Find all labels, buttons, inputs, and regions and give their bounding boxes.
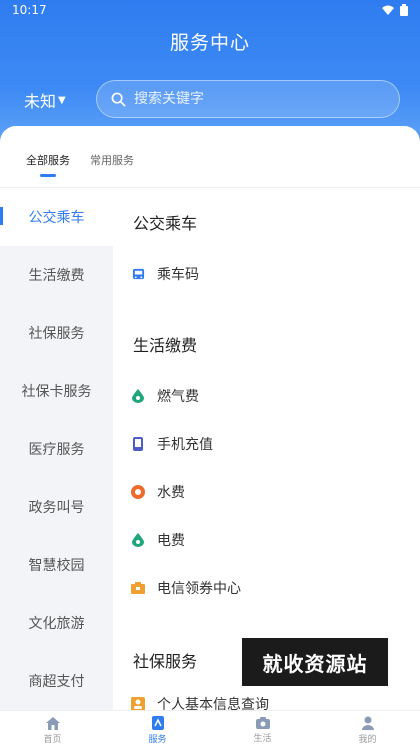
service-label: 个人基本信息查询 bbox=[157, 697, 269, 710]
phone-icon bbox=[131, 437, 145, 451]
service-tabs: 全部服务 常用服务 bbox=[0, 126, 420, 188]
sidebar-item-queue[interactable]: 政务叫号 bbox=[0, 478, 113, 536]
sidebar-item-label: 文化旅游 bbox=[28, 616, 85, 632]
section-title: 公交乘车 bbox=[133, 214, 198, 233]
region-selector[interactable]: 未知 ▼ bbox=[24, 88, 66, 112]
coupon-icon bbox=[131, 581, 145, 595]
service-label: 手机充值 bbox=[157, 437, 213, 453]
battery-icon bbox=[400, 4, 408, 16]
sidebar-item-ss-card[interactable]: 社保卡服务 bbox=[0, 362, 113, 420]
chevron-down-icon: ▼ bbox=[58, 94, 66, 106]
service-label: 乘车码 bbox=[157, 267, 199, 283]
service-electric-fee[interactable]: 电费 bbox=[131, 530, 185, 550]
water-icon bbox=[131, 485, 145, 499]
status-time: 10:17 bbox=[12, 3, 47, 17]
person-icon bbox=[131, 697, 145, 710]
service-label: 燃气费 bbox=[157, 389, 199, 405]
sidebar-item-label: 公交乘车 bbox=[28, 210, 85, 226]
service-label: 电费 bbox=[157, 533, 185, 549]
search-icon bbox=[111, 92, 126, 106]
nav-home[interactable]: 首页 bbox=[0, 711, 105, 750]
service-label: 水费 bbox=[157, 485, 185, 501]
service-bus-code[interactable]: 乘车码 bbox=[131, 264, 199, 284]
section-title: 生活缴费 bbox=[133, 336, 198, 355]
status-bar: 10:17 bbox=[0, 0, 420, 20]
bus-icon bbox=[131, 267, 145, 281]
page-title: 服务中心 bbox=[169, 32, 250, 54]
profile-icon bbox=[361, 716, 374, 730]
nav-label: 我的 bbox=[358, 735, 377, 745]
service-water-fee[interactable]: 水费 bbox=[131, 482, 185, 502]
search-input[interactable] bbox=[134, 91, 374, 107]
service-card: 全部服务 常用服务 公交乘车 生活缴费 社保服务 社保卡服务 医疗服务 政务叫号… bbox=[0, 126, 420, 710]
tab-common-services[interactable]: 常用服务 bbox=[90, 152, 134, 168]
service-label: 电信领券中心 bbox=[157, 581, 241, 597]
wifi-icon bbox=[382, 5, 394, 15]
tab-all-services[interactable]: 全部服务 bbox=[26, 152, 70, 168]
region-label: 未知 bbox=[24, 92, 57, 111]
watermark-badge: 就收资源站 bbox=[242, 638, 388, 686]
sidebar-item-tourism[interactable]: 文化旅游 bbox=[0, 594, 113, 652]
sidebar-item-payment[interactable]: 商超支付 bbox=[0, 652, 113, 710]
service-personal-info[interactable]: 个人基本信息查询 bbox=[131, 694, 269, 710]
tab-indicator bbox=[40, 174, 56, 177]
sidebar-item-label: 智慧校园 bbox=[28, 558, 85, 574]
service-icon bbox=[151, 716, 164, 730]
nav-life[interactable]: 生活 bbox=[210, 711, 315, 750]
sidebar-item-label: 社保卡服务 bbox=[21, 384, 92, 400]
sidebar-item-label: 生活缴费 bbox=[28, 268, 85, 284]
search-bar[interactable] bbox=[96, 80, 400, 118]
bottom-navigation: 首页 服务 生活 我的 bbox=[0, 710, 420, 750]
sidebar-item-social-security[interactable]: 社保服务 bbox=[0, 304, 113, 362]
nav-service[interactable]: 服务 bbox=[105, 711, 210, 750]
life-icon bbox=[255, 717, 270, 729]
service-telecom-coupon[interactable]: 电信领券中心 bbox=[131, 578, 241, 598]
electric-drop-icon bbox=[131, 533, 145, 547]
service-phone-recharge[interactable]: 手机充值 bbox=[131, 434, 213, 454]
nav-label: 服务 bbox=[148, 735, 167, 745]
sidebar-item-medical[interactable]: 医疗服务 bbox=[0, 420, 113, 478]
service-content: 公交乘车 乘车码 生活缴费 燃气费 手机充值 水费 电费 电信领券中心 社保服务 bbox=[113, 188, 420, 710]
nav-profile[interactable]: 我的 bbox=[315, 711, 420, 750]
gas-drop-icon bbox=[131, 389, 145, 403]
active-marker bbox=[0, 207, 3, 225]
sidebar-item-campus[interactable]: 智慧校园 bbox=[0, 536, 113, 594]
service-gas-fee[interactable]: 燃气费 bbox=[131, 386, 199, 406]
sidebar-item-label: 医疗服务 bbox=[28, 442, 85, 458]
category-sidebar: 公交乘车 生活缴费 社保服务 社保卡服务 医疗服务 政务叫号 智慧校园 文化旅游… bbox=[0, 188, 113, 710]
sidebar-item-utilities[interactable]: 生活缴费 bbox=[0, 246, 113, 304]
section-title: 社保服务 bbox=[133, 652, 198, 671]
home-icon bbox=[45, 716, 60, 730]
nav-label: 生活 bbox=[253, 734, 272, 744]
status-icons bbox=[382, 4, 408, 16]
sidebar-item-label: 商超支付 bbox=[28, 674, 85, 690]
sidebar-item-label: 社保服务 bbox=[28, 326, 85, 342]
sidebar-item-label: 政务叫号 bbox=[28, 500, 85, 516]
nav-label: 首页 bbox=[43, 734, 62, 745]
sidebar-item-bus[interactable]: 公交乘车 bbox=[0, 188, 113, 246]
